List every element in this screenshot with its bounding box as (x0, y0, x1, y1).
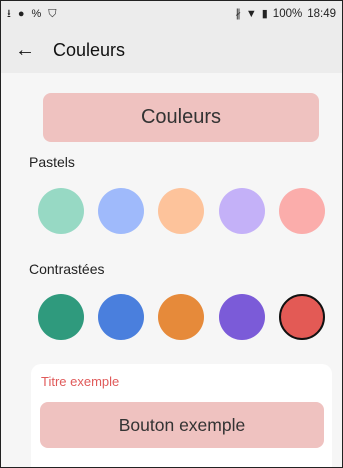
pastel-swatch-5[interactable] (279, 188, 325, 234)
app-bar-title: Couleurs (53, 39, 126, 60)
upload-icon: ⭳ (7, 7, 11, 20)
clock: 18:49 (307, 8, 336, 20)
contrasted-swatch-5[interactable] (279, 294, 325, 340)
pastels-label: Pastels (29, 154, 75, 170)
app-frame: ⭳ ● % ⛉ ∦ ▼ ▮ 100% 18:49 ← Couleurs Coul… (0, 0, 343, 468)
battery-icon: ▮ (261, 7, 268, 20)
contrasted-swatch-1[interactable] (38, 294, 84, 340)
pastel-swatch-3[interactable] (158, 188, 204, 234)
link-icon: % (31, 7, 42, 20)
contrasted-swatch-4[interactable] (219, 294, 265, 340)
shield-icon: ⛉ (48, 7, 57, 20)
back-arrow-icon[interactable]: ← (15, 39, 39, 62)
preview-button[interactable]: Bouton exemple (40, 402, 324, 448)
preview-card: Titre exemple Bouton exemple (31, 364, 332, 467)
contrasted-swatch-2[interactable] (98, 294, 144, 340)
preview-button-label: Bouton exemple (118, 414, 246, 435)
wifi-icon: ▼ (245, 7, 257, 20)
bluetooth-icon: ∦ (235, 7, 241, 20)
contrasted-label: Contrastées (29, 261, 105, 277)
pastel-swatch-4[interactable] (219, 188, 265, 234)
app-icon: ● (17, 7, 25, 20)
content-area: Couleurs Pastels Contrastées Titre exemp… (1, 73, 342, 467)
header-button-label: Couleurs (140, 106, 222, 128)
preview-title: Titre exemple (41, 374, 120, 389)
contrasted-swatch-3[interactable] (158, 294, 204, 340)
status-bar: ⭳ ● % ⛉ ∦ ▼ ▮ 100% 18:49 (1, 1, 342, 27)
pastel-swatch-1[interactable] (38, 188, 84, 234)
pastel-swatch-2[interactable] (98, 188, 144, 234)
app-bar: ← Couleurs (1, 27, 342, 73)
battery-percentage: 100% (272, 8, 303, 20)
header-color-button[interactable]: Couleurs (43, 93, 319, 142)
